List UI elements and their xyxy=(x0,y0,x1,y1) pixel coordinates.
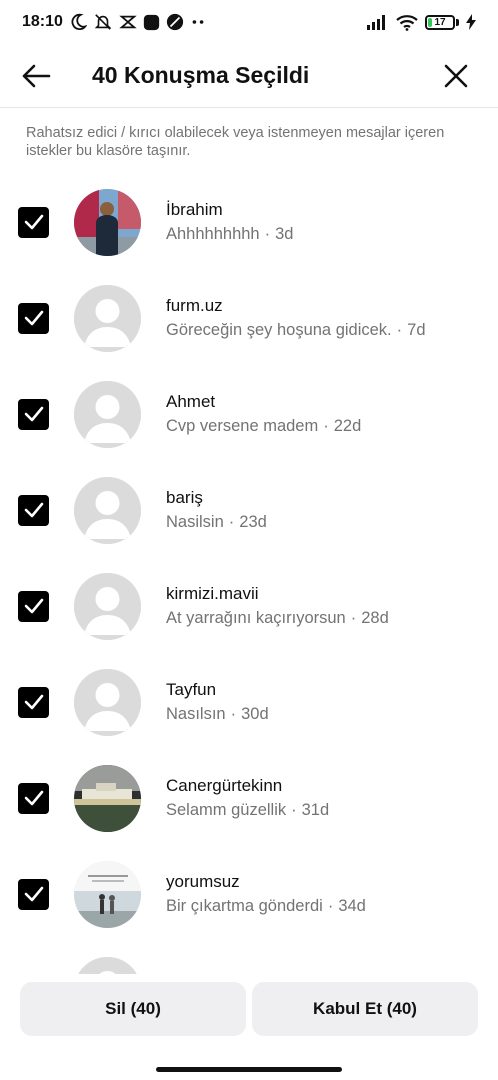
charging-icon xyxy=(466,14,476,30)
conversation-row[interactable]: Canergürtekinn Selamm güzellik · 31d xyxy=(0,750,498,846)
message-age: 22d xyxy=(333,417,362,435)
check-icon xyxy=(24,886,43,902)
message-text: Göreceğin şey hoşuna gidicek. xyxy=(166,321,392,339)
signal-icon xyxy=(367,15,385,30)
arrow-left-icon xyxy=(22,64,51,87)
conversation-name: Ahmet xyxy=(166,392,216,411)
status-bar: 18:10 17 xyxy=(0,0,498,44)
accept-button[interactable]: Kabul Et (40) xyxy=(252,982,478,1036)
checkbox-checked[interactable] xyxy=(18,878,49,910)
conversation-preview: Nasilsin · 23d xyxy=(166,513,267,531)
wifi-icon xyxy=(396,14,418,31)
home-indicator[interactable] xyxy=(156,1067,342,1072)
default-avatar-icon[interactable] xyxy=(74,476,141,544)
check-icon xyxy=(24,214,43,230)
status-right-icons: 17 xyxy=(367,14,476,31)
message-text: At yarrağını kaçırıyorsun xyxy=(166,609,346,627)
message-age: 28d xyxy=(361,609,389,627)
conversation-preview: At yarrağını kaçırıyorsun · 28d xyxy=(166,609,389,627)
default-avatar-icon[interactable] xyxy=(74,284,141,352)
conversation-row[interactable]: Tayfun Nasılsın · 30d xyxy=(0,654,498,750)
conversation-row[interactable]: Ahmet Cvp versene madem · 22d xyxy=(0,366,498,462)
blocked-circle-icon xyxy=(166,13,184,31)
close-button[interactable] xyxy=(436,56,476,96)
default-avatar-icon[interactable] xyxy=(74,380,141,448)
message-text: Ahhhhhhhhh xyxy=(166,225,260,243)
avatar[interactable] xyxy=(74,188,141,256)
conversation-preview: Nasılsın · 30d xyxy=(166,705,269,723)
avatar[interactable] xyxy=(74,860,141,928)
default-avatar-icon[interactable] xyxy=(74,956,141,974)
avatar[interactable] xyxy=(74,764,141,832)
conversation-row[interactable]: yorumsuz Bir çıkartma gönderdi · 34d xyxy=(0,846,498,942)
default-avatar-icon[interactable] xyxy=(74,668,141,736)
more-dots-icon xyxy=(192,20,204,24)
capcut-icon xyxy=(119,15,137,29)
status-left-icons xyxy=(69,13,206,31)
checkbox-checked[interactable] xyxy=(18,494,49,526)
message-text: Selamm güzellik xyxy=(166,801,287,819)
conversation-name: bariş xyxy=(166,488,203,507)
check-icon xyxy=(24,790,43,806)
default-avatar-icon[interactable] xyxy=(74,572,141,640)
bottom-action-bar: Sil (40) Kabul Et (40) xyxy=(0,980,498,1080)
message-age: 3d xyxy=(275,225,294,243)
message-age: 30d xyxy=(241,705,269,723)
conversation-name: kirmizi.mavii xyxy=(166,584,259,603)
conversation-row[interactable]: İbrahim Ahhhhhhhhh · 3d xyxy=(0,174,498,270)
check-icon xyxy=(24,598,43,614)
close-icon xyxy=(444,64,468,87)
battery-icon: 17 xyxy=(425,14,459,30)
checkbox-checked[interactable] xyxy=(18,302,49,334)
message-text: Cvp versene madem xyxy=(166,417,319,435)
checkbox-checked[interactable] xyxy=(18,686,49,718)
conversation-row[interactable]: kirmizi.mavii At yarrağını kaçırıyorsun ·… xyxy=(0,558,498,654)
conversation-name: İbrahim xyxy=(166,200,223,219)
message-age: 31d xyxy=(301,801,330,819)
conversation-preview: Selamm güzellik · 31d xyxy=(166,801,330,819)
conversation-name: Tayfun xyxy=(166,680,217,699)
check-icon xyxy=(24,406,43,422)
top-header: 40 Konuşma Seçildi xyxy=(0,44,498,108)
conversation-preview: Göreceğin şey hoşuna gidicek. · 7d xyxy=(166,321,426,339)
conversation-name: yorumsuz xyxy=(166,872,240,891)
conversation-preview: Cvp versene madem · 22d xyxy=(166,417,362,435)
battery-level: 17 xyxy=(434,16,446,28)
message-age: 7d xyxy=(407,321,426,339)
message-text: Nasılsın xyxy=(166,705,226,723)
app-square-icon xyxy=(143,14,160,30)
conversation-preview: Bir çıkartma gönderdi · 34d xyxy=(166,897,366,915)
checkbox-checked[interactable] xyxy=(18,782,49,814)
message-text: Nasilsin xyxy=(166,513,224,531)
bell-muted-icon xyxy=(94,14,112,30)
checkbox-checked[interactable] xyxy=(18,206,49,238)
moon-icon xyxy=(71,13,87,31)
message-age: 34d xyxy=(338,897,366,915)
message-text: Bir çıkartma gönderdi xyxy=(166,897,323,915)
back-button[interactable] xyxy=(16,56,56,96)
conversation-list[interactable]: İbrahim Ahhhhhhhhh · 3d furm.uz Göreceğin … xyxy=(0,174,498,974)
conversation-row[interactable]: bariş Nasilsin · 23d xyxy=(0,462,498,558)
page-title: 40 Konuşma Seçildi xyxy=(92,62,310,88)
delete-button[interactable]: Sil (40) xyxy=(20,982,246,1036)
checkbox-checked[interactable] xyxy=(18,590,49,622)
status-time: 18:10 xyxy=(22,13,63,30)
conversation-row[interactable]: furm.uz Göreceğin şey hoşuna gidicek. · 7d xyxy=(0,270,498,366)
conversation-row[interactable]: mrt xyxy=(0,942,498,974)
requests-notice: Rahatsız edici / kırıcı olabilecek veya … xyxy=(26,125,445,159)
message-age: 23d xyxy=(239,513,267,531)
checkbox-checked[interactable] xyxy=(18,398,49,430)
check-icon xyxy=(24,310,43,326)
check-icon xyxy=(24,502,43,518)
conversation-name: Canergürtekinn xyxy=(166,776,283,795)
conversation-name: furm.uz xyxy=(166,296,223,315)
check-icon xyxy=(24,694,43,710)
conversation-preview: Ahhhhhhhhh · 3d xyxy=(166,225,294,243)
